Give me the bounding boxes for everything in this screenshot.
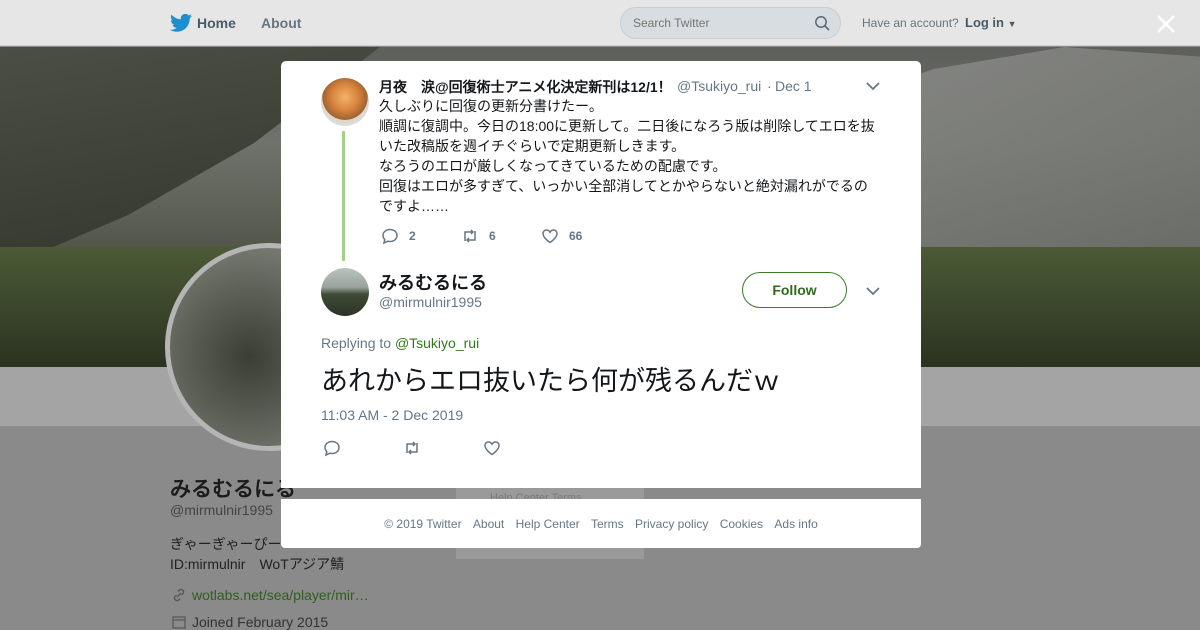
profile-handle: @mirmulnir1995: [170, 502, 273, 518]
tweet-text-line: なろうのエロが厳しくなってきているための配慮です。: [379, 158, 727, 174]
tweet-text-line: ですよ……: [379, 198, 449, 214]
follow-button[interactable]: Follow: [742, 272, 847, 308]
reply-count: 2: [409, 229, 416, 243]
reply-icon[interactable]: [381, 227, 399, 245]
close-icon[interactable]: [1155, 13, 1177, 35]
link-icon: [173, 588, 185, 602]
profile-joined: Joined February 2015: [172, 614, 328, 630]
parent-tweet-avatar[interactable]: [321, 78, 369, 126]
profile-joined-text: Joined February 2015: [192, 614, 329, 630]
footer-copyright: © 2019 Twitter: [384, 517, 462, 531]
like-count: 66: [569, 229, 583, 243]
retweet-icon[interactable]: [461, 227, 479, 245]
tweet-author-handle[interactable]: @mirmulnir1995: [379, 294, 482, 310]
footer-link-help[interactable]: Help Center: [516, 517, 580, 531]
like-icon[interactable]: [483, 439, 501, 457]
chevron-down-icon[interactable]: [866, 81, 880, 91]
profile-bio-line: ID:mirmulnir WoTアジア鯖: [170, 556, 345, 572]
search-box[interactable]: [620, 7, 841, 39]
tweet-text-line: 回復はエロが多すぎて、いっかい全部消してとかやらないと絶対漏れがでるの: [379, 178, 868, 194]
login-link[interactable]: Log in ▼: [965, 15, 1017, 30]
tweet-text: あれからエロ抜いたら何が残るんだｗ: [321, 366, 780, 396]
parent-tweet-date[interactable]: Dec 1: [775, 78, 812, 94]
parent-tweet-author-handle[interactable]: @Tsukiyo_rui: [677, 78, 761, 94]
thread-connector: [342, 131, 345, 261]
search-icon[interactable]: [814, 15, 830, 31]
search-input[interactable]: [633, 16, 803, 30]
twitter-bird-icon[interactable]: [170, 13, 192, 33]
profile-name: みるむるにる: [170, 478, 296, 501]
footer-link-ads[interactable]: Ads info: [774, 517, 817, 531]
parent-tweet-author-name[interactable]: 月夜 涙@回復術士アニメ化決定新刊は12/1！: [379, 77, 672, 97]
nav-home-link[interactable]: Home: [197, 15, 236, 31]
tweet-author-avatar[interactable]: [321, 268, 369, 316]
reply-icon[interactable]: [323, 439, 341, 457]
like-icon[interactable]: [541, 227, 559, 245]
chevron-down-icon[interactable]: [866, 286, 880, 296]
calendar-icon: [172, 616, 186, 629]
replying-to-label: Replying to: [321, 335, 392, 351]
tweet-timestamp[interactable]: 11:03 AM - 2 Dec 2019: [321, 407, 463, 423]
profile-website-text[interactable]: wotlabs.net/sea/player/mir…: [192, 587, 369, 603]
profile-website[interactable]: wotlabs.net/sea/player/mir…: [172, 587, 369, 603]
login-label[interactable]: Log in: [965, 15, 1004, 30]
top-navigation: Home About Have an account? Log in ▼: [0, 0, 1200, 46]
have-account-text: Have an account?: [862, 16, 959, 30]
footer-links: © 2019 Twitter About Help Center Terms P…: [281, 517, 921, 531]
tweet-text-line: いた改稿版を週イチぐらいで定期更新しきます。: [379, 138, 686, 154]
retweet-icon[interactable]: [403, 439, 421, 457]
tweet-author-name[interactable]: みるむるにる: [379, 269, 487, 295]
tweet-text-line: 久しぶりに回復の更新分書けたー。: [379, 98, 603, 114]
mention-link[interactable]: @Tsukiyo_rui: [395, 335, 479, 351]
parent-tweet-text: 久しぶりに回復の更新分書けたー。 順調に復調中。今日の18:00に更新して。二日…: [379, 96, 881, 216]
tweet-text-line: 順調に復調中。今日の18:00に更新して。二日後になろう版は削除してエロを抜: [379, 118, 875, 134]
replying-to: Replying to @Tsukiyo_rui: [321, 335, 479, 351]
footer-link-about[interactable]: About: [473, 517, 504, 531]
modal-footer: © 2019 Twitter About Help Center Terms P…: [281, 499, 921, 548]
footer-link-privacy[interactable]: Privacy policy: [635, 517, 708, 531]
footer-link-terms[interactable]: Terms: [591, 517, 624, 531]
separator-dot: ·: [767, 78, 772, 94]
chevron-down-icon[interactable]: ▼: [1008, 19, 1017, 29]
nav-about-link[interactable]: About: [261, 15, 301, 31]
tweet-permalink-modal: 月夜 涙@回復術士アニメ化決定新刊は12/1！ @Tsukiyo_rui · D…: [281, 61, 921, 488]
footer-link-cookies[interactable]: Cookies: [720, 517, 763, 531]
retweet-count: 6: [489, 229, 496, 243]
profile-bio-line: ぎゃーぎゃーぴー: [170, 536, 282, 552]
